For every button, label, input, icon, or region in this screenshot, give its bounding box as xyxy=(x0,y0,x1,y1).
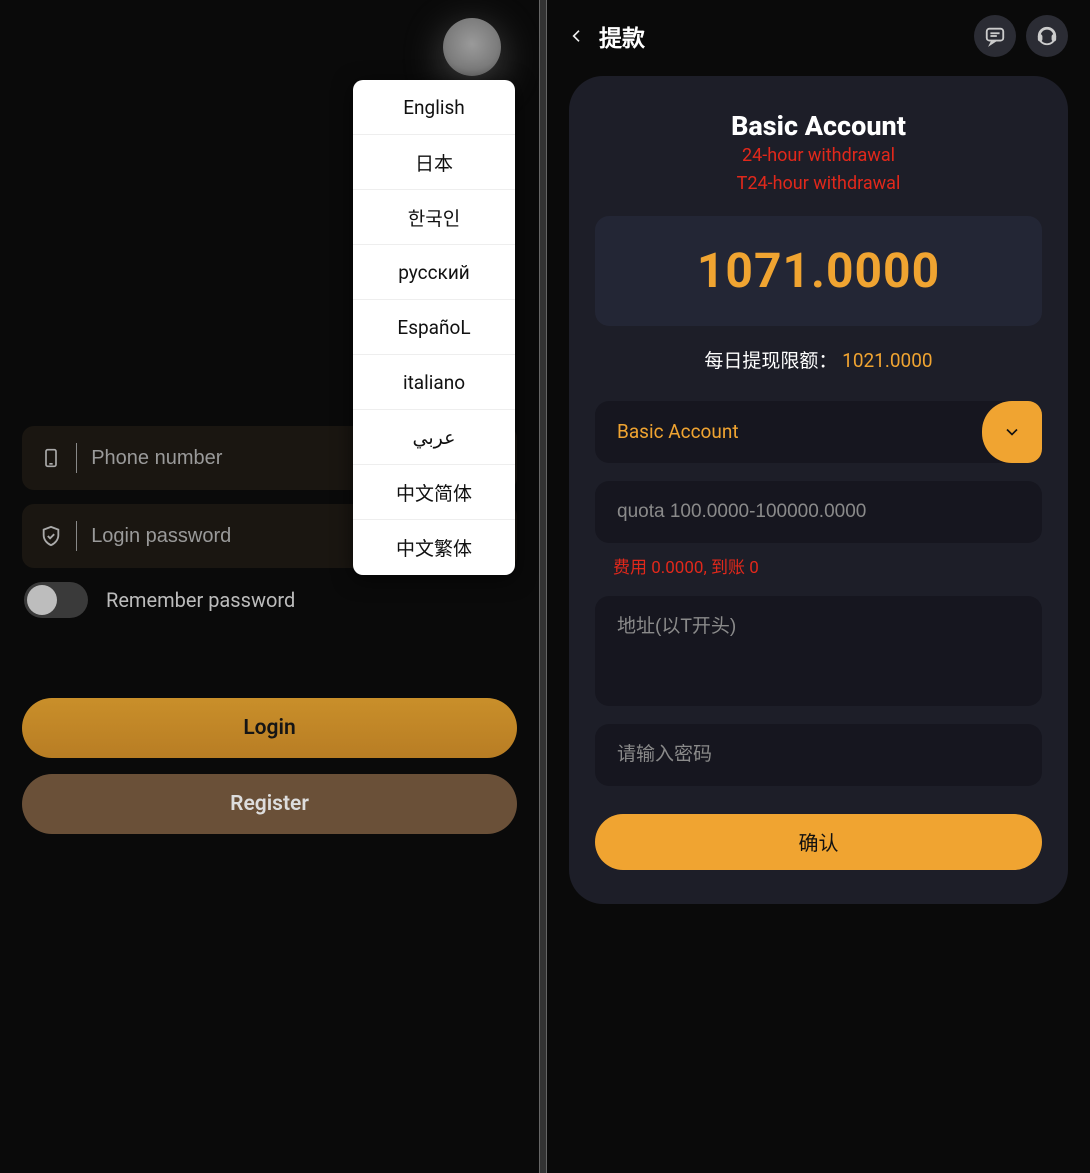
withdraw-password-input[interactable] xyxy=(617,744,1020,766)
account-select[interactable]: Basic Account xyxy=(595,401,1042,463)
remember-label: Remember password xyxy=(106,588,295,612)
phone-icon xyxy=(38,445,64,471)
withdraw-screen: 提款 Basic Account 24-hour withdrawal T24-… xyxy=(546,0,1090,1173)
account-select-label: Basic Account xyxy=(617,420,982,443)
page-title: 提款 xyxy=(599,19,964,53)
language-option[interactable]: English xyxy=(353,80,515,135)
language-avatar[interactable] xyxy=(443,18,501,76)
language-option[interactable]: italiano xyxy=(353,355,515,410)
quota-input[interactable] xyxy=(617,501,1020,523)
confirm-button[interactable]: 确认 xyxy=(595,814,1042,870)
withdraw-note: 24-hour withdrawal xyxy=(595,142,1042,170)
language-option[interactable]: 中文繁体 xyxy=(353,520,515,575)
remember-toggle[interactable] xyxy=(24,582,88,618)
language-option[interactable]: 한국인 xyxy=(353,190,515,245)
balance-value: 1071.0000 xyxy=(697,242,940,299)
daily-limit-label: 每日提现限额： xyxy=(704,349,837,372)
language-menu: English 日本 한국인 русский EspañoL italiano … xyxy=(353,80,515,575)
address-field xyxy=(595,596,1042,706)
shield-icon xyxy=(38,523,64,549)
daily-limit-value: 1021.0000 xyxy=(842,349,932,372)
language-option[interactable]: 日本 xyxy=(353,135,515,190)
fee-line: 费用 0.0000, 到账 0 xyxy=(613,553,1042,578)
language-option[interactable]: عربي xyxy=(353,410,515,465)
language-option[interactable]: русский xyxy=(353,245,515,300)
account-title: Basic Account xyxy=(595,110,1042,142)
language-option[interactable]: 中文简体 xyxy=(353,465,515,520)
login-screen: English 日本 한국인 русский EspañoL italiano … xyxy=(0,0,540,1173)
chevron-down-icon xyxy=(982,401,1042,463)
back-icon[interactable] xyxy=(569,26,589,46)
language-option[interactable]: EspañoL xyxy=(353,300,515,355)
quota-field xyxy=(595,481,1042,543)
support-icon[interactable] xyxy=(1026,15,1068,57)
withdraw-password-field xyxy=(595,724,1042,786)
balance-box: 1071.0000 xyxy=(595,216,1042,326)
register-button[interactable]: Register xyxy=(22,774,517,834)
withdraw-note: T24-hour withdrawal xyxy=(595,170,1042,198)
withdraw-card: Basic Account 24-hour withdrawal T24-hou… xyxy=(569,76,1068,904)
chat-icon[interactable] xyxy=(974,15,1016,57)
login-button[interactable]: Login xyxy=(22,698,517,758)
address-input[interactable] xyxy=(617,616,1020,638)
